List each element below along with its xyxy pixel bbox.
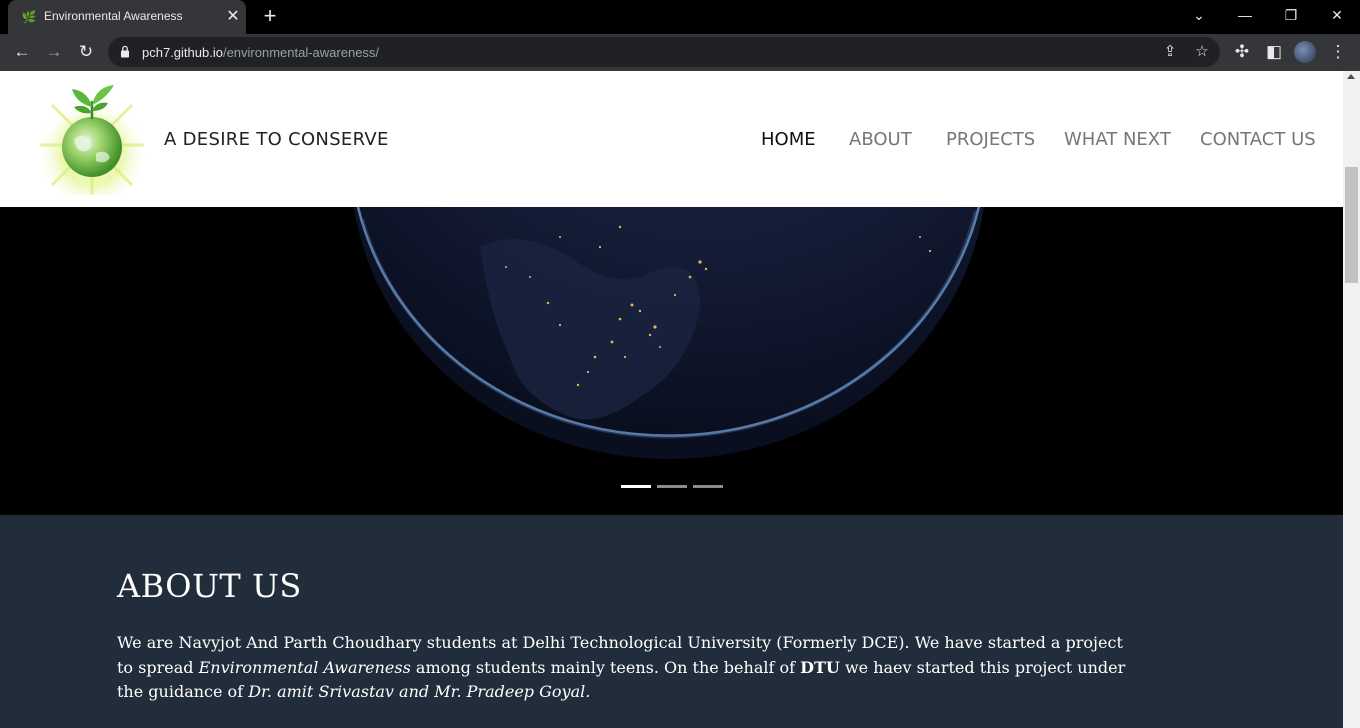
nav-what-next[interactable]: WHAT NEXT — [1064, 129, 1171, 150]
tab-title: Environmental Awareness — [44, 9, 183, 23]
earth-at-night-image — [354, 207, 984, 459]
bookmark-star-icon[interactable]: ☆ — [1192, 42, 1212, 62]
about-emphasis-1: Environmental Awareness — [198, 657, 411, 677]
globe-sprout-logo[interactable] — [34, 79, 150, 195]
about-bold-dtu: DTU — [800, 657, 840, 677]
carousel-indicator-1[interactable] — [621, 485, 651, 488]
window-close-icon[interactable]: ✕ — [1314, 0, 1360, 30]
about-section: ABOUT US We are Navyjot And Parth Choudh… — [0, 515, 1343, 728]
extensions-puzzle-icon[interactable]: ✣ — [1230, 40, 1254, 64]
restore-icon[interactable]: ❐ — [1268, 0, 1314, 30]
brand-text[interactable]: A DESIRE TO CONSERVE — [164, 129, 389, 150]
menu-kebab-icon[interactable]: ⋮ — [1326, 40, 1350, 64]
about-emphasis-2: Dr. amit Srivastav and Mr. Pradeep Goyal… — [248, 682, 591, 701]
nav-contact-us[interactable]: CONTACT US — [1200, 129, 1316, 150]
site-navbar: A DESIRE TO CONSERVE HOME ABOUT PROJECTS… — [0, 71, 1343, 207]
profile-avatar[interactable] — [1294, 41, 1316, 63]
hero-carousel — [0, 207, 1343, 515]
browser-tab[interactable]: 🌿 Environmental Awareness ✕ — [8, 0, 246, 34]
site-favicon-icon: 🌿 — [21, 10, 37, 24]
nav-home[interactable]: HOME — [761, 129, 816, 150]
side-panel-icon[interactable]: ◧ — [1262, 40, 1286, 64]
back-arrow-icon[interactable]: ← — [10, 40, 34, 64]
forward-arrow-icon[interactable]: → — [42, 40, 66, 64]
nav-projects[interactable]: PROJECTS — [946, 129, 1035, 150]
about-heading: ABOUT US — [117, 567, 302, 605]
tab-search-chevron-icon[interactable]: ⌄ — [1176, 0, 1222, 30]
lock-icon — [121, 45, 129, 58]
tab-close-icon[interactable]: ✕ — [224, 8, 242, 26]
tab-strip: 🌿 Environmental Awareness ✕ + ⌄ — ❐ ✕ — [0, 0, 1360, 34]
browser-toolbar: ← → ↻ pch7.github.io/environmental-aware… — [0, 34, 1360, 71]
carousel-indicator-2[interactable] — [657, 485, 687, 488]
share-icon[interactable]: ⇪ — [1160, 42, 1180, 62]
about-text-2: among students mainly teens. On the beha… — [410, 657, 801, 677]
reload-icon[interactable]: ↻ — [74, 40, 98, 64]
page-viewport: A DESIRE TO CONSERVE HOME ABOUT PROJECTS… — [0, 71, 1360, 728]
scrollbar-thumb[interactable] — [1345, 167, 1358, 283]
minimize-icon[interactable]: — — [1222, 0, 1268, 30]
page-scrollbar[interactable] — [1343, 71, 1360, 728]
url-text[interactable]: pch7.github.io/environmental-awareness/ — [142, 45, 379, 60]
address-bar[interactable]: pch7.github.io/environmental-awareness/ … — [108, 37, 1220, 67]
about-paragraph: We are Navyjot And Parth Choudhary stude… — [117, 631, 1127, 705]
scroll-up-arrow-icon[interactable] — [1347, 74, 1355, 79]
carousel-indicator-3[interactable] — [693, 485, 723, 488]
nav-about[interactable]: ABOUT — [849, 129, 912, 150]
new-tab-plus-icon[interactable]: + — [258, 5, 282, 29]
